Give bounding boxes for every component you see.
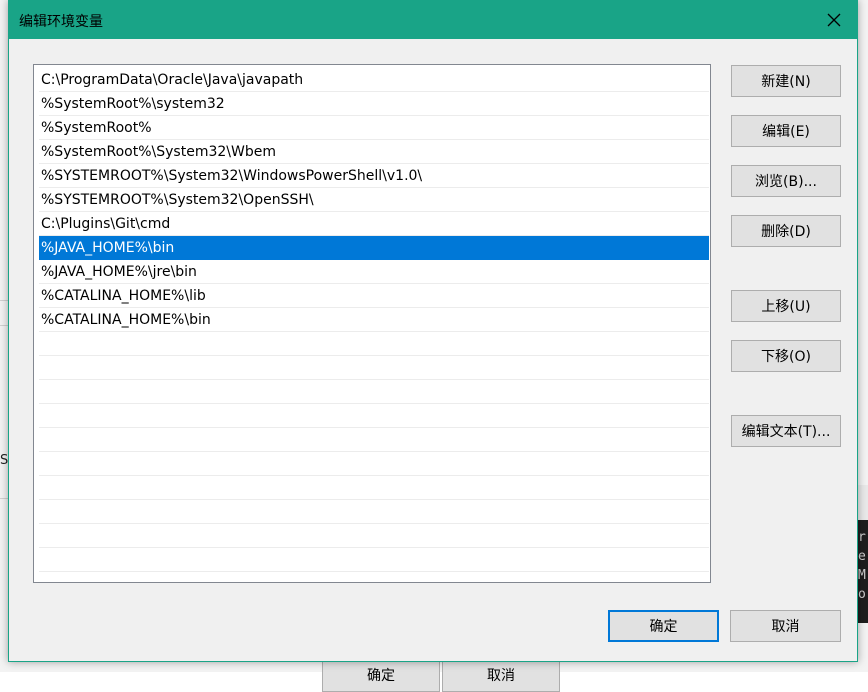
empty-row[interactable] [39, 524, 709, 548]
empty-row[interactable] [39, 500, 709, 524]
bg-console-line: r [858, 530, 866, 545]
empty-row[interactable] [39, 428, 709, 452]
empty-row[interactable] [39, 356, 709, 380]
path-list[interactable]: C:\ProgramData\Oracle\Java\javapath %Sys… [33, 64, 711, 583]
list-item[interactable]: %SYSTEMROOT%\System32\WindowsPowerShell\… [39, 164, 709, 188]
list-item[interactable]: %SystemRoot% [39, 116, 709, 140]
edit-text-button[interactable]: 编辑文本(T)... [731, 415, 841, 447]
empty-row[interactable] [39, 380, 709, 404]
edit-button[interactable]: 编辑(E) [731, 115, 841, 147]
bg-cancel-button: 取消 [442, 660, 560, 692]
bg-console-line: o [858, 587, 866, 602]
close-button[interactable] [811, 1, 857, 39]
empty-row[interactable] [39, 404, 709, 428]
list-item[interactable]: C:\Plugins\Git\cmd [39, 212, 709, 236]
list-item[interactable]: %SystemRoot%\system32 [39, 92, 709, 116]
empty-row[interactable] [39, 452, 709, 476]
bg-console-line: M [858, 568, 866, 583]
bg-strip [858, 485, 868, 520]
dialog-title: 编辑环境变量 [19, 14, 103, 30]
close-icon [827, 13, 841, 27]
edit-env-var-dialog: 编辑环境变量 C:\ProgramData\Oracle\Java\javapa… [8, 0, 858, 662]
cancel-button[interactable]: 取消 [730, 610, 841, 642]
list-item[interactable]: C:\ProgramData\Oracle\Java\javapath [39, 68, 709, 92]
browse-button[interactable]: 浏览(B)... [731, 165, 841, 197]
new-button[interactable]: 新建(N) [731, 65, 841, 97]
bg-ok-button: 确定 [322, 660, 440, 692]
move-down-button[interactable]: 下移(O) [731, 340, 841, 372]
empty-row[interactable] [39, 548, 709, 572]
empty-row[interactable] [39, 476, 709, 500]
ok-button[interactable]: 确定 [608, 610, 719, 642]
delete-button[interactable]: 删除(D) [731, 215, 841, 247]
bg-console-line: e [858, 549, 866, 564]
list-item[interactable]: %JAVA_HOME%\jre\bin [39, 260, 709, 284]
list-item[interactable]: %CATALINA_HOME%\lib [39, 284, 709, 308]
empty-row[interactable] [39, 332, 709, 356]
title-bar[interactable]: 编辑环境变量 [9, 1, 857, 39]
bg-console: r e M o [858, 520, 868, 623]
list-item[interactable]: %SystemRoot%\System32\Wbem [39, 140, 709, 164]
list-item-selected[interactable]: %JAVA_HOME%\bin [39, 236, 709, 260]
move-up-button[interactable]: 上移(U) [731, 290, 841, 322]
list-item[interactable]: %CATALINA_HOME%\bin [39, 308, 709, 332]
list-item[interactable]: %SYSTEMROOT%\System32\OpenSSH\ [39, 188, 709, 212]
